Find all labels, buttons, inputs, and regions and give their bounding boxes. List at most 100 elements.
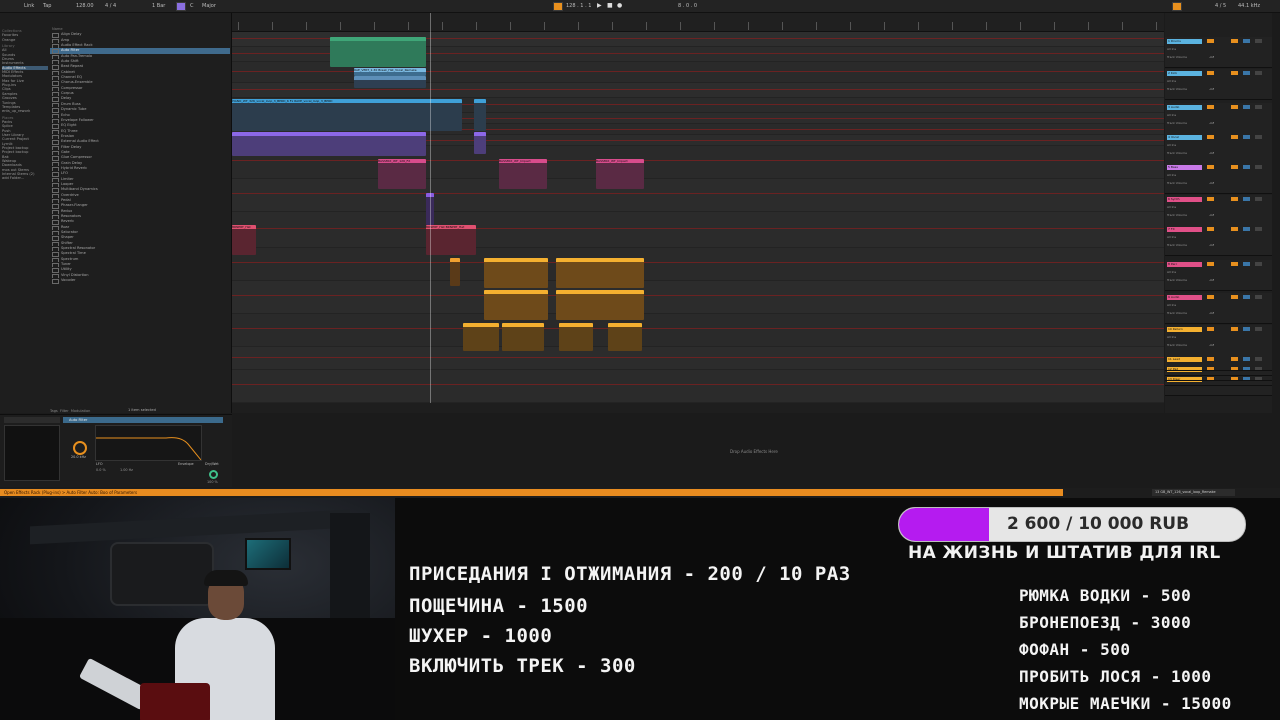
play-icon[interactable]: ▶: [597, 2, 602, 9]
file-item[interactable]: Vocoder: [50, 278, 230, 284]
track-name[interactable]: 10 Return: [1167, 327, 1202, 332]
place-item[interactable]: add Folder...: [2, 176, 48, 180]
filter-display[interactable]: [95, 425, 202, 461]
mixer-track[interactable]: 1 Drums All Ins Track Volume -inf: [1165, 37, 1272, 68]
position-field[interactable]: 128 . 1 . 1: [566, 3, 591, 9]
track-name[interactable]: 2 Kick: [1167, 71, 1202, 76]
solo-button[interactable]: [1243, 39, 1250, 43]
solo-button[interactable]: [1243, 262, 1250, 266]
mixer-track[interactable]: 8 Perc All Ins Track Volume -inf: [1165, 260, 1272, 291]
mini-clip-label[interactable]: 13 GB_WT_126_vocal_loop_Remake: [1152, 489, 1235, 496]
arm-button[interactable]: [1255, 357, 1262, 361]
track-activator[interactable]: [1231, 227, 1238, 231]
follow-icon[interactable]: [553, 2, 563, 11]
collection-item[interactable]: Orange: [2, 38, 48, 42]
category-item[interactable]: ents_up_rework: [2, 109, 48, 113]
monitor-button[interactable]: [1207, 197, 1214, 201]
track-activator[interactable]: [1231, 71, 1238, 75]
monitor-button[interactable]: [1207, 295, 1214, 299]
track-activator[interactable]: [1231, 327, 1238, 331]
monitor-button[interactable]: [1207, 71, 1214, 75]
mixer-track[interactable]: 7 FX All Ins Track Volume -inf: [1165, 225, 1272, 256]
track-activator[interactable]: [1231, 197, 1238, 201]
clip[interactable]: [556, 290, 644, 320]
arm-button[interactable]: [1255, 197, 1262, 201]
clip[interactable]: [232, 132, 426, 156]
track-name[interactable]: 1 Drums: [1167, 39, 1202, 44]
solo-button[interactable]: [1243, 327, 1250, 331]
arm-button[interactable]: [1255, 135, 1262, 139]
arm-button[interactable]: [1255, 227, 1262, 231]
track-name[interactable]: 4 Vocal: [1167, 135, 1202, 140]
clip[interactable]: [559, 323, 593, 351]
clip[interactable]: [474, 132, 486, 154]
track-name[interactable]: 6 Synth: [1167, 197, 1202, 202]
footer-tab-filter[interactable]: Filter: [60, 409, 69, 413]
mixer-track[interactable]: 2 Kick All Ins Track Volume -inf: [1165, 69, 1272, 100]
key-field[interactable]: C: [190, 3, 194, 9]
arm-button[interactable]: [1255, 327, 1262, 331]
footer-tab-tags[interactable]: Tags: [50, 409, 58, 413]
scale-field[interactable]: Major: [202, 3, 216, 9]
track-activator[interactable]: [1231, 357, 1238, 361]
track-activator[interactable]: [1231, 165, 1238, 169]
clip[interactable]: BASSMIX_WT_Impact: [596, 159, 644, 189]
clip[interactable]: [450, 258, 460, 286]
clip[interactable]: PIANO_WT_326_vocal_loop_3_BPRD_6 Fx RAVE…: [232, 99, 462, 131]
clip[interactable]: [484, 290, 548, 320]
frequency-knob[interactable]: [73, 441, 87, 455]
clip[interactable]: BRNPRT_Hat: [232, 225, 256, 255]
track-name[interactable]: 8 Perc: [1167, 262, 1202, 267]
solo-button[interactable]: [1243, 197, 1250, 201]
mixer-track[interactable]: 4 Vocal All Ins Track Volume -inf: [1165, 133, 1272, 164]
monitor-button[interactable]: [1207, 357, 1214, 361]
key-map-icon[interactable]: [1172, 2, 1182, 11]
track-name[interactable]: 7 FX: [1167, 227, 1202, 232]
mixer-track[interactable]: 3 Audio All Ins Track Volume -inf: [1165, 103, 1272, 134]
link-button[interactable]: Link: [24, 3, 34, 9]
track-name[interactable]: 5 Bass: [1167, 165, 1202, 170]
mixer-track[interactable]: 6 Synth All Ins Track Volume -inf: [1165, 195, 1272, 226]
monitor-button[interactable]: [1207, 262, 1214, 266]
track-activator[interactable]: [1231, 105, 1238, 109]
clip[interactable]: [463, 323, 499, 351]
solo-button[interactable]: [1243, 135, 1250, 139]
mixer-track[interactable]: 5 Bass All Ins Track Volume -inf: [1165, 163, 1272, 194]
clip[interactable]: BASSMIX_WT_Impact: [499, 159, 547, 189]
arm-button[interactable]: [1255, 105, 1262, 109]
clip[interactable]: [484, 258, 548, 288]
arm-button[interactable]: [1255, 39, 1262, 43]
arm-button[interactable]: [1255, 165, 1262, 169]
clip-preview[interactable]: [4, 425, 60, 481]
arrangement-view[interactable]: RAE_VERT_1.30 Break_Hat_Vocal_Remake PIAN…: [232, 13, 1164, 413]
monitor-button[interactable]: [1207, 327, 1214, 331]
solo-button[interactable]: [1243, 227, 1250, 231]
solo-button[interactable]: [1243, 165, 1250, 169]
time-signature-field[interactable]: 4 / 4: [105, 3, 116, 9]
track-activator[interactable]: [1231, 262, 1238, 266]
arm-button[interactable]: [1255, 262, 1262, 266]
tempo-field[interactable]: 128.00: [76, 3, 94, 9]
track-activator[interactable]: [1231, 295, 1238, 299]
return-track[interactable]: [1165, 375, 1272, 381]
track-name[interactable]: 11 Lead: [1167, 357, 1202, 362]
track-name[interactable]: 3 Audio: [1167, 105, 1202, 110]
track-activator[interactable]: [1231, 39, 1238, 43]
clip-header[interactable]: [4, 417, 60, 423]
monitor-button[interactable]: [1207, 135, 1214, 139]
clip[interactable]: [330, 37, 426, 67]
arm-button[interactable]: [1255, 71, 1262, 75]
track-name[interactable]: 9 Audio: [1167, 295, 1202, 300]
device-title-bar[interactable]: Auto Filter: [63, 417, 223, 423]
clip[interactable]: RAE_VERT_1.30 Break_Hat_Vocal_Remake: [354, 68, 426, 76]
monitor-button[interactable]: [1207, 165, 1214, 169]
solo-button[interactable]: [1243, 295, 1250, 299]
monitor-button[interactable]: [1207, 227, 1214, 231]
mixer-track[interactable]: 9 Audio All Ins Track Volume -inf: [1165, 293, 1272, 324]
solo-button[interactable]: [1243, 357, 1250, 361]
monitor-button[interactable]: [1207, 39, 1214, 43]
solo-button[interactable]: [1243, 71, 1250, 75]
monitor-button[interactable]: [1207, 105, 1214, 109]
clip[interactable]: BASSMIX_WT_126_FX: [378, 159, 426, 189]
clip[interactable]: [474, 99, 486, 131]
